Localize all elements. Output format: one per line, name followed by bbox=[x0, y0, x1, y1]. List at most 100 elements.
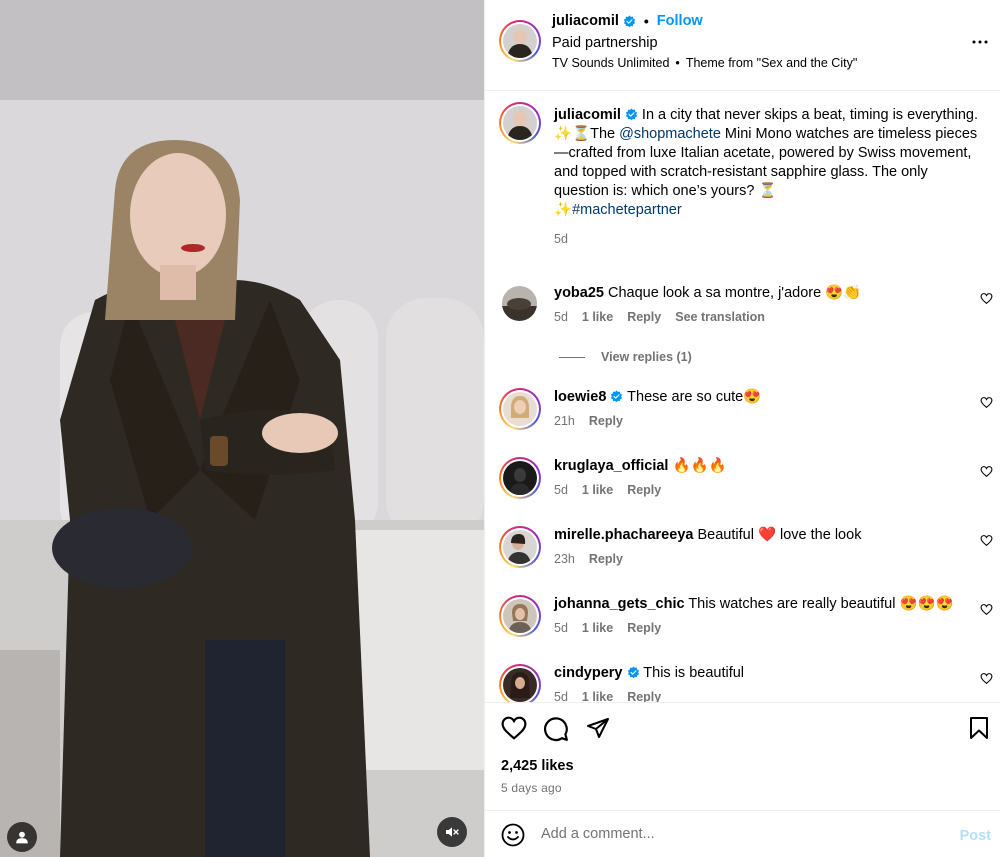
post-timestamp[interactable]: 5 days ago bbox=[501, 781, 562, 795]
comment-username[interactable]: johanna_gets_chic bbox=[554, 596, 685, 612]
avatar-image bbox=[503, 599, 537, 633]
verified-badge-icon bbox=[625, 108, 637, 121]
like-heart-icon[interactable] bbox=[501, 716, 527, 740]
audio-attribution[interactable]: TV Sounds Unlimited • Theme from "Sex and … bbox=[552, 56, 857, 70]
replies-divider bbox=[559, 356, 585, 358]
comment-text: Chaque look a sa montre, j'adore 😍👏 bbox=[608, 285, 862, 301]
avatar-image bbox=[503, 668, 537, 702]
save-bookmark-icon[interactable] bbox=[968, 716, 990, 740]
separator-dot: • bbox=[643, 13, 649, 29]
comment-composer: Post bbox=[485, 810, 1000, 857]
comment-body: yoba25 Chaque look a sa montre, j'adore … bbox=[554, 284, 954, 303]
comment-time[interactable]: 5d bbox=[554, 621, 568, 635]
reply-button[interactable]: Reply bbox=[589, 414, 623, 428]
comment-likes[interactable]: 1 like bbox=[582, 310, 613, 324]
mention-link[interactable]: @shopmachete bbox=[619, 126, 721, 142]
reply-button[interactable]: Reply bbox=[589, 552, 623, 566]
comment-item: yoba25 Chaque look a sa montre, j'adore … bbox=[499, 284, 999, 344]
reply-button[interactable]: Reply bbox=[627, 621, 661, 635]
caption-time[interactable]: 5d bbox=[554, 230, 984, 249]
user-icon bbox=[16, 831, 28, 844]
comment-meta: 5d 1 like Reply See translation bbox=[554, 310, 779, 324]
post-photo bbox=[0, 0, 484, 857]
hashtag-prefix: ✨ bbox=[554, 202, 573, 218]
comment-item: mirelle.phachareeya Beautiful ❤️ love th… bbox=[499, 526, 999, 586]
avatar[interactable] bbox=[502, 286, 537, 321]
avatar[interactable] bbox=[499, 526, 541, 568]
like-comment-heart-icon[interactable] bbox=[980, 672, 993, 685]
comment-body: mirelle.phachareeya Beautiful ❤️ love th… bbox=[554, 526, 954, 545]
caption-author-avatar[interactable] bbox=[499, 102, 541, 144]
post-side-panel: juliacomil • Follow Paid partnership TV … bbox=[484, 0, 1000, 857]
comment-input[interactable] bbox=[541, 821, 941, 847]
comments-feed[interactable]: juliacomil In a city that never skips a … bbox=[485, 92, 1000, 702]
caption-line-1: In a city that never skips a beat, timin… bbox=[641, 107, 978, 123]
share-send-icon[interactable] bbox=[585, 716, 611, 740]
comment-meta: 5d 1 like Reply bbox=[554, 690, 675, 702]
avatar[interactable] bbox=[499, 595, 541, 637]
post-media[interactable] bbox=[0, 0, 484, 857]
like-comment-heart-icon[interactable] bbox=[980, 292, 993, 305]
reply-button[interactable]: Reply bbox=[627, 483, 661, 497]
avatar-image bbox=[503, 461, 537, 495]
comment-username[interactable]: kruglaya_official bbox=[554, 458, 668, 474]
comment-time[interactable]: 23h bbox=[554, 552, 575, 566]
reply-button[interactable]: Reply bbox=[627, 690, 661, 702]
more-options-button[interactable] bbox=[971, 33, 989, 54]
comment-likes[interactable]: 1 like bbox=[582, 690, 613, 702]
comment-username[interactable]: mirelle.phachareeya bbox=[554, 527, 693, 543]
author-username[interactable]: juliacomil bbox=[552, 13, 619, 29]
comment-body: kruglaya_official 🔥🔥🔥 bbox=[554, 457, 954, 476]
author-avatar[interactable] bbox=[499, 20, 541, 62]
avatar bbox=[503, 24, 537, 58]
like-comment-heart-icon[interactable] bbox=[980, 603, 993, 616]
comment-body: cindypery This is beautiful bbox=[554, 664, 954, 683]
caption-username[interactable]: juliacomil bbox=[554, 107, 621, 123]
avatar-image bbox=[503, 530, 537, 564]
header-title-row: juliacomil • Follow bbox=[552, 13, 703, 29]
tagged-users-button[interactable] bbox=[7, 822, 37, 852]
reply-button[interactable]: Reply bbox=[627, 310, 661, 324]
emoji-icon[interactable] bbox=[501, 823, 525, 847]
comment-time[interactable]: 5d bbox=[554, 310, 568, 324]
post-comment-button[interactable]: Post bbox=[960, 828, 991, 844]
comment-body: johanna_gets_chic This watches are reall… bbox=[554, 595, 954, 614]
caption-text: juliacomil In a city that never skips a … bbox=[554, 106, 984, 249]
hashtag-link[interactable]: #machetepartner bbox=[572, 202, 682, 218]
instagram-post-view: juliacomil • Follow Paid partnership TV … bbox=[0, 0, 1000, 857]
comment-username[interactable]: loewie8 bbox=[554, 389, 606, 405]
comment-icon[interactable] bbox=[543, 716, 569, 742]
like-comment-heart-icon[interactable] bbox=[980, 465, 993, 478]
avatar[interactable] bbox=[499, 388, 541, 430]
comment-likes[interactable]: 1 like bbox=[582, 483, 613, 497]
comment-item: kruglaya_official 🔥🔥🔥 5d 1 like Reply bbox=[499, 457, 999, 517]
speaker-muted-icon bbox=[446, 827, 459, 837]
mute-toggle-button[interactable] bbox=[437, 817, 467, 847]
view-replies-label[interactable]: View replies (1) bbox=[601, 350, 692, 364]
view-replies-button[interactable]: View replies (1) bbox=[559, 350, 692, 364]
like-comment-heart-icon[interactable] bbox=[980, 534, 993, 547]
like-comment-heart-icon[interactable] bbox=[980, 396, 993, 409]
comment-text: 🔥🔥🔥 bbox=[672, 458, 727, 474]
audio-track[interactable]: Theme from "Sex and the City" bbox=[686, 56, 857, 70]
audio-artist[interactable]: TV Sounds Unlimited bbox=[552, 56, 669, 70]
see-translation-button[interactable]: See translation bbox=[675, 310, 765, 324]
follow-button[interactable]: Follow bbox=[657, 13, 703, 29]
comment-item: cindypery This is beautiful 5d 1 like Repl… bbox=[499, 664, 999, 702]
likes-count[interactable]: 2,425 likes bbox=[501, 758, 574, 774]
comment-time[interactable]: 5d bbox=[554, 483, 568, 497]
comment-text: This is beautiful bbox=[643, 665, 745, 681]
comment-time[interactable]: 21h bbox=[554, 414, 575, 428]
avatar[interactable] bbox=[499, 457, 541, 499]
comment-likes[interactable]: 1 like bbox=[582, 621, 613, 635]
avatar[interactable] bbox=[499, 664, 541, 702]
comment-username[interactable]: yoba25 bbox=[554, 285, 604, 301]
comment-text: These are so cute😍 bbox=[627, 389, 762, 405]
comment-username[interactable]: cindypery bbox=[554, 665, 623, 681]
paid-partnership-label[interactable]: Paid partnership bbox=[552, 35, 658, 51]
avatar bbox=[503, 106, 537, 140]
comment-meta: 21h Reply bbox=[554, 414, 637, 428]
comment-meta: 5d 1 like Reply bbox=[554, 621, 675, 635]
post-header: juliacomil • Follow Paid partnership TV … bbox=[485, 0, 1000, 91]
comment-time[interactable]: 5d bbox=[554, 690, 568, 702]
